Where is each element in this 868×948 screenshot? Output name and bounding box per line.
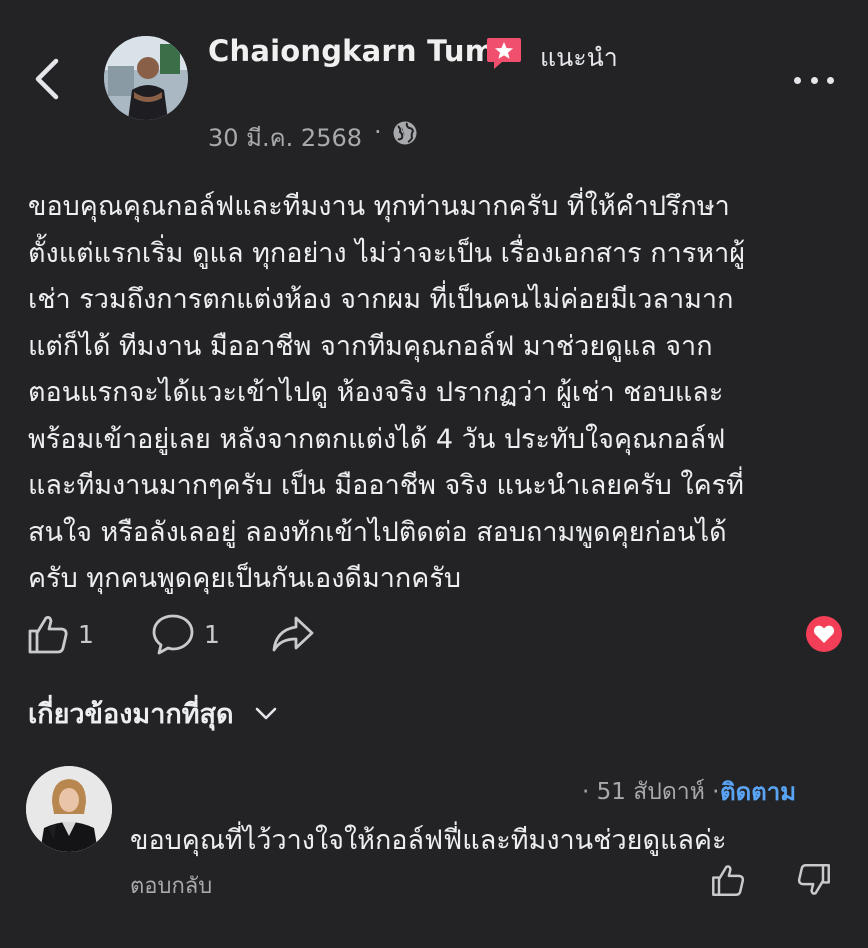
meta-separator: · [374, 118, 382, 146]
comment-timestamp: · 51 สัปดาห์ · [582, 779, 720, 805]
post-line: เช่า รวมถึงการตกแต่งห้อง จากผม ที่เป็นคน… [28, 284, 734, 315]
comment-bubble-icon [152, 614, 194, 655]
more-options-button[interactable] [790, 66, 838, 94]
back-button[interactable] [22, 52, 72, 106]
love-reaction-icon[interactable] [806, 616, 842, 652]
post-line: ตั้งแต่แรกเริ่ม ดูแล ทุกอย่าง ไม่ว่าจะเป… [28, 237, 746, 269]
author-avatar[interactable] [104, 36, 188, 120]
post-line: และทีมงานมากๆครับ เป็น มืออาชีพ จริง แนะ… [28, 470, 744, 501]
post-line: ครับ ทุกคนพูดคุยเป็นกันเองดีมากครับ [28, 563, 461, 594]
post-line: ตอนแรกจะได้แวะเข้าไปดู ห้องจริง ปรากฏว่า… [28, 377, 724, 408]
like-count: 1 [78, 619, 94, 649]
commenter-avatar-image [26, 766, 112, 852]
thumbs-up-icon [28, 616, 68, 654]
commenter-avatar[interactable] [26, 766, 112, 852]
sort-label: เกี่ยวข้องมากที่สุด [28, 699, 234, 730]
reply-button[interactable]: ตอบกลับ [130, 868, 212, 903]
like-button[interactable]: 1 [26, 612, 94, 656]
comment-dislike-button[interactable] [796, 862, 832, 902]
post-timestamp[interactable]: 30 มี.ค. 2568 [208, 118, 362, 157]
post-line: แต่ก็ได้ ทีมงาน มืออาชีพ จากทีมคุณกอล์ฟ … [28, 330, 713, 362]
post-line: ขอบคุณคุณกอล์ฟและทีมงาน ทุกท่านมากครับ ท… [28, 191, 730, 222]
chevron-down-icon [255, 707, 276, 719]
share-arrow-icon [272, 616, 314, 652]
author-avatar-image [104, 36, 188, 120]
comment-text: ขอบคุณที่ไว้วางใจให้กอล์ฟฟี่และทีมงานช่ว… [130, 825, 727, 856]
post-line: พร้อมเข้าอยู่เลย หลังจากตกแต่งได้ 4 วัน … [28, 423, 726, 455]
thumbs-down-icon [797, 864, 830, 895]
comment-like-button[interactable] [710, 862, 746, 902]
follow-button[interactable]: ติดตาม [720, 772, 796, 811]
more-dot [810, 76, 818, 84]
recommend-label: แนะนำ [540, 43, 618, 72]
chevron-left-icon [35, 58, 59, 100]
comment-sort-dropdown[interactable]: เกี่ยวข้องมากที่สุด [28, 692, 278, 735]
share-button[interactable] [270, 612, 316, 656]
author-name[interactable]: Chaiongkarn Tum [208, 34, 495, 68]
thumbs-up-icon [712, 865, 745, 896]
recommend-star-badge-icon [486, 36, 522, 70]
more-dot [794, 76, 801, 84]
more-dot [827, 76, 834, 84]
comment-button[interactable]: 1 [150, 612, 220, 656]
heart-icon [813, 625, 835, 643]
post-text: ขอบคุณคุณกอล์ฟและทีมงาน ทุกท่านมากครับ ท… [28, 184, 848, 603]
post-line: สนใจ หรือลังเลอยู่ ลองทักเข้าไปติดต่อ สอ… [28, 516, 727, 548]
globe-icon [393, 121, 417, 145]
comment-count: 1 [204, 619, 220, 649]
